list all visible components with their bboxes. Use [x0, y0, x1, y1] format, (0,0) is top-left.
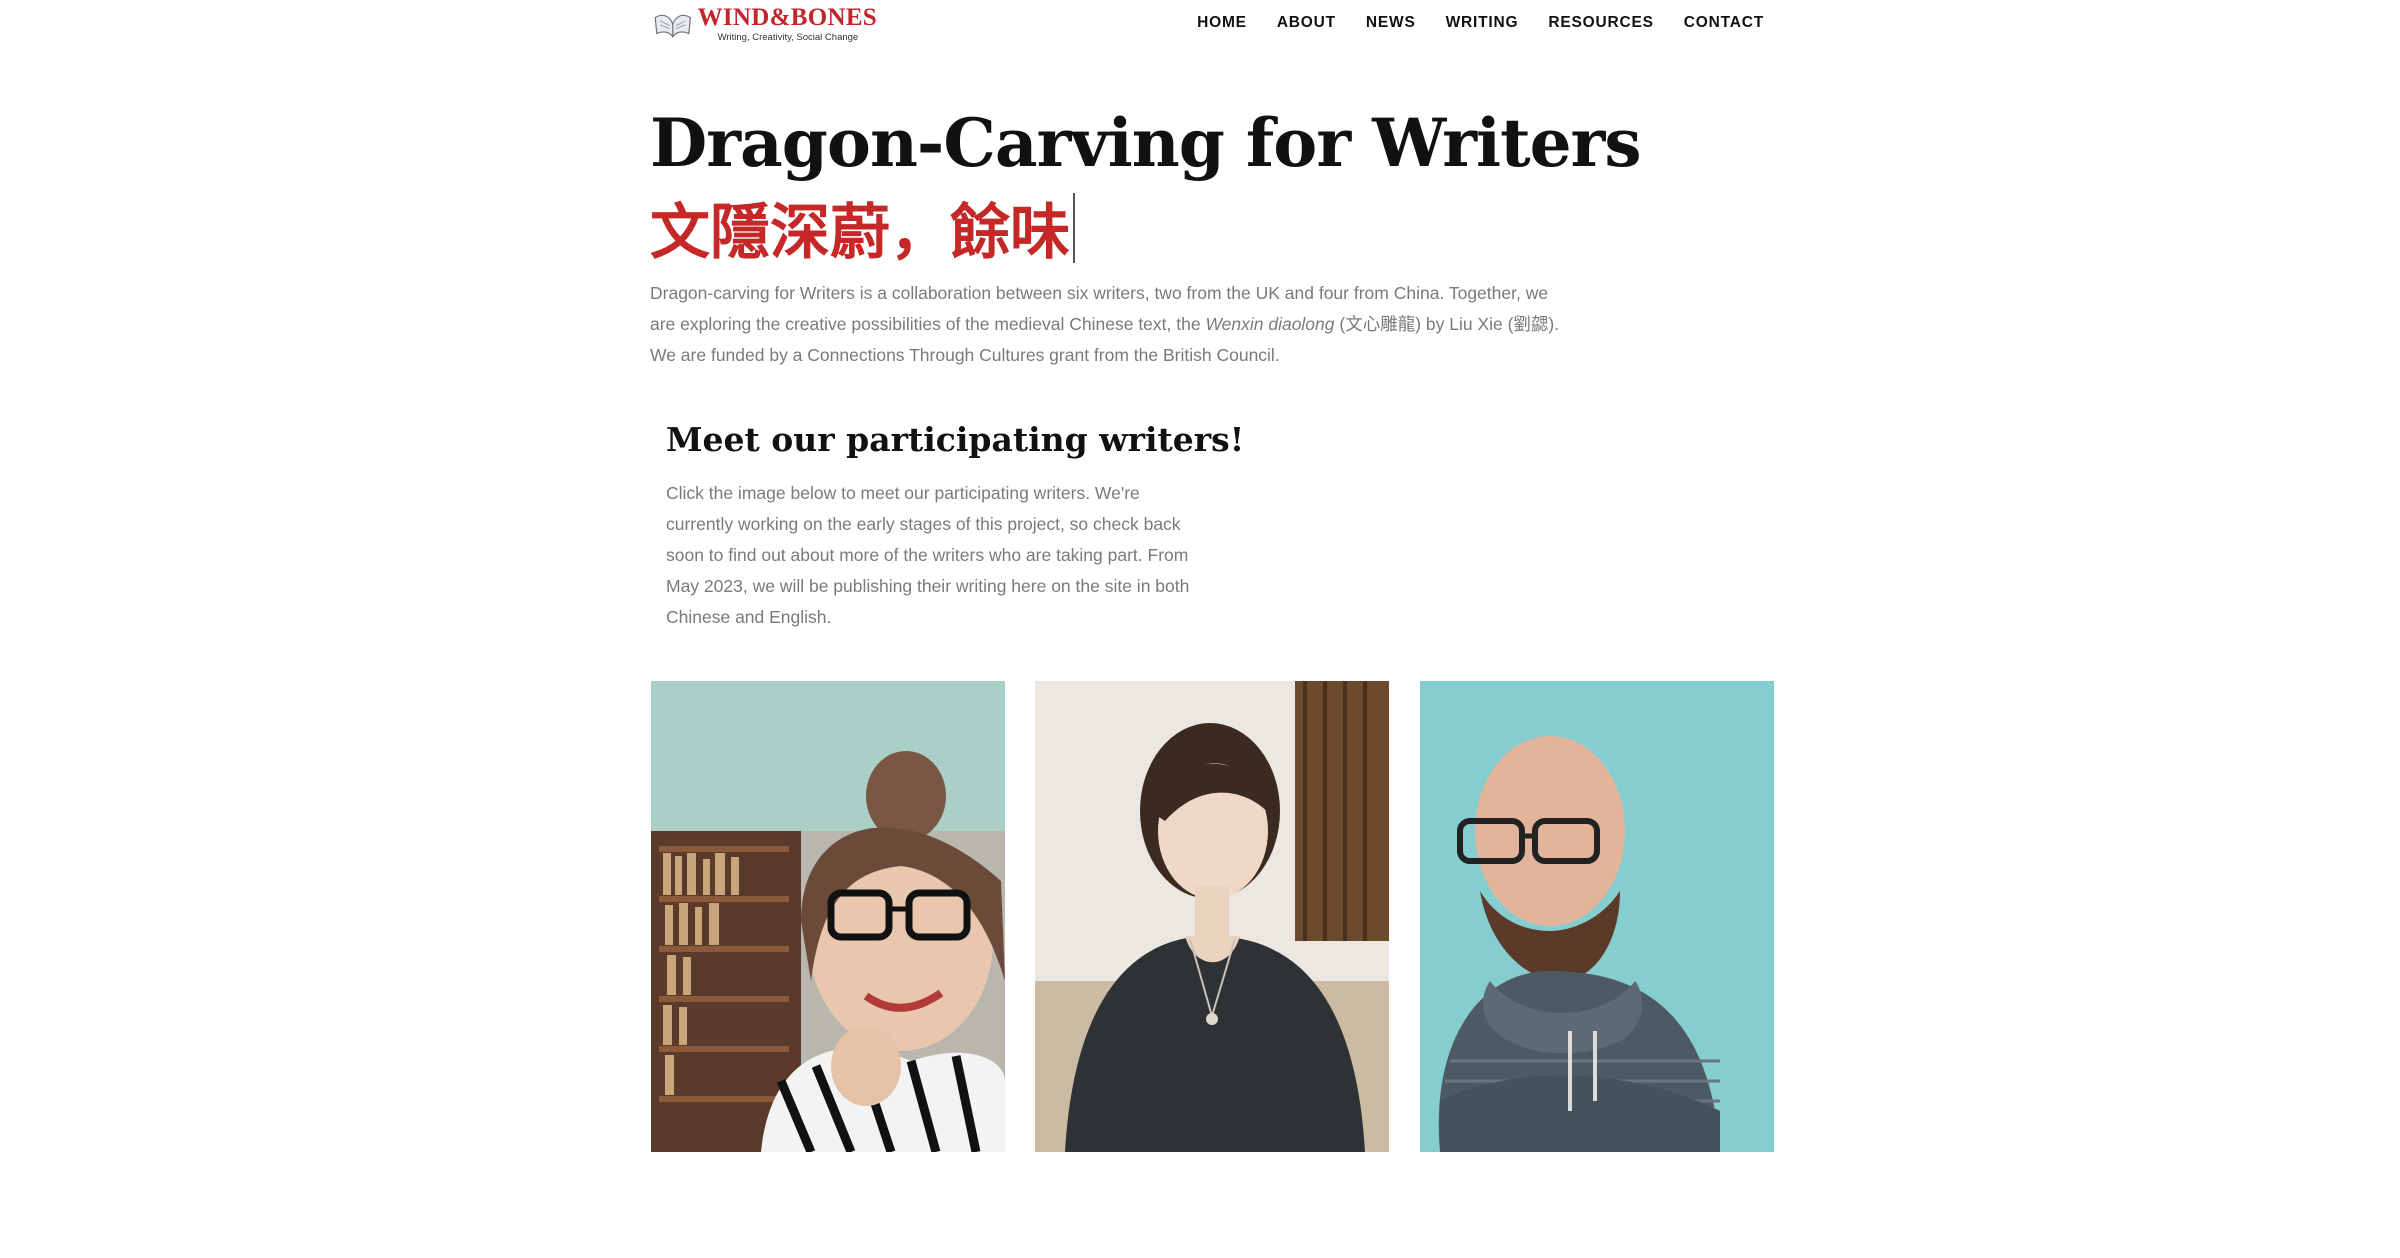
writer-portrait-1 [651, 681, 1005, 1152]
page-title: Dragon-Carving for Writers [650, 104, 1641, 182]
main-nav: HOME ABOUT NEWS WRITING RESOURCES CONTAC… [1197, 14, 1764, 32]
page-subtitle-chinese: 文隱深蔚，餘味 [650, 184, 1075, 271]
logo-tagline: Writing, Creativity, Social Change [717, 32, 859, 44]
writer-portrait-2 [1035, 681, 1389, 1152]
nav-resources[interactable]: RESOURCES [1548, 14, 1653, 32]
intro-paragraph: Dragon-carving for Writers is a collabor… [650, 278, 1570, 371]
site-header: WIND&BONES Writing, Creativity, Social C… [0, 0, 2400, 50]
writer-portrait-3 [1420, 681, 1774, 1152]
nav-home[interactable]: HOME [1197, 14, 1247, 32]
subtitle-text: 文隱深蔚，餘味 [650, 198, 1070, 268]
nav-contact[interactable]: CONTACT [1684, 14, 1764, 32]
writer-photo-3[interactable] [1420, 681, 1774, 1152]
section-body: Click the image below to meet our partic… [666, 483, 1190, 627]
book-wings-icon [654, 14, 692, 38]
typing-cursor [1073, 192, 1075, 263]
writer-photo-1[interactable] [651, 681, 1005, 1152]
section-title: Meet our participating writers! [666, 420, 1245, 459]
nav-news[interactable]: NEWS [1366, 14, 1416, 32]
intro-italic-title: Wenxin diaolong [1205, 314, 1335, 334]
nav-writing[interactable]: WRITING [1446, 14, 1519, 32]
nav-about[interactable]: ABOUT [1277, 14, 1336, 32]
writer-photo-2[interactable] [1035, 681, 1389, 1152]
logo-name: WIND&BONES [697, 4, 877, 32]
site-logo[interactable]: WIND&BONES Writing, Creativity, Social C… [652, 4, 877, 44]
